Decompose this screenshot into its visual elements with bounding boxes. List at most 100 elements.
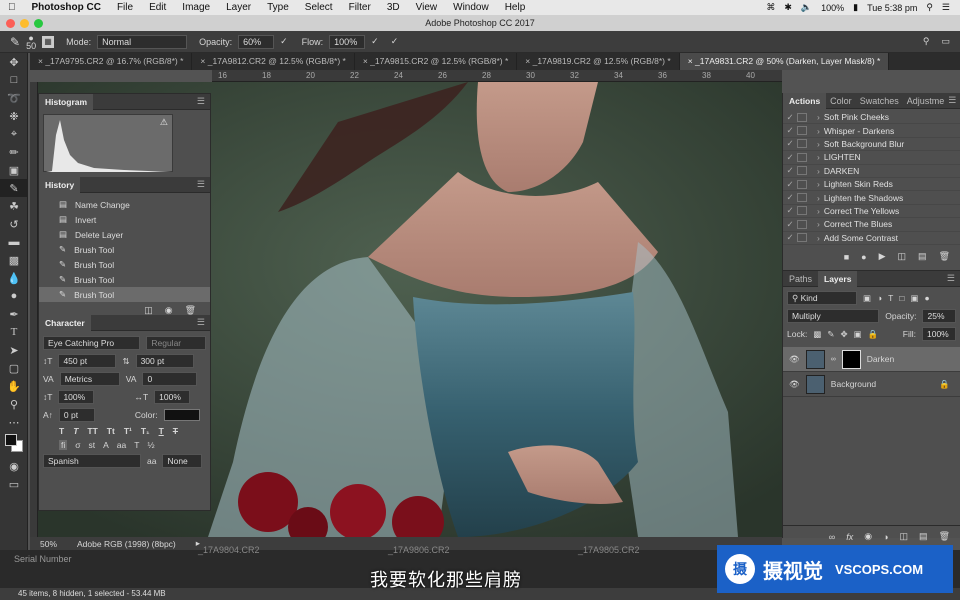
expand-arrow-icon[interactable]: › xyxy=(817,139,820,149)
dialog-toggle[interactable] xyxy=(797,193,807,203)
search-icon[interactable]: ⚲ xyxy=(926,2,933,13)
action-item[interactable]: ✓ › Correct The Blues xyxy=(783,218,960,232)
menu-image[interactable]: Image xyxy=(174,2,218,13)
histogram-tab[interactable]: Histogram xyxy=(39,93,94,110)
layer-thumbnail[interactable] xyxy=(805,349,825,369)
battery-icon[interactable]: ▮ xyxy=(853,2,858,13)
underline-button[interactable]: T xyxy=(159,426,164,436)
stamp-tool-icon[interactable]: ☘ xyxy=(0,197,28,215)
healing-tool-icon[interactable]: ▣ xyxy=(0,161,28,179)
menu-edit[interactable]: Edit xyxy=(141,2,174,13)
dialog-toggle[interactable] xyxy=(797,233,807,243)
apple-icon[interactable]:  xyxy=(0,2,24,13)
link-layers-icon[interactable]: ∞ xyxy=(829,532,835,542)
expand-arrow-icon[interactable]: › xyxy=(817,219,820,229)
workspace-icon[interactable]: ▭ xyxy=(941,36,950,47)
check-icon[interactable]: ✓ xyxy=(783,112,797,123)
tab-color[interactable]: Color xyxy=(826,96,856,106)
opacity-input[interactable]: 60% xyxy=(238,34,275,49)
history-item[interactable]: ✎ Brush Tool xyxy=(39,242,210,257)
filter-adjustment-icon[interactable]: ◑ xyxy=(877,293,882,303)
menu-help[interactable]: Help xyxy=(497,2,534,13)
check-icon[interactable]: ✓ xyxy=(783,125,797,136)
tab-doc-4[interactable]: × _17A9819.CR2 @ 12.5% (RGB/8*) * xyxy=(517,53,680,70)
dialog-toggle[interactable] xyxy=(797,139,807,149)
font-style-select[interactable]: Regular xyxy=(146,336,206,350)
tab-doc-5[interactable]: × _17A9831.CR2 @ 50% (Darken, Layer Mask… xyxy=(679,53,890,70)
tab-layers[interactable]: Layers xyxy=(818,270,858,287)
menu-list-icon[interactable]: ☰ xyxy=(942,2,950,13)
check-icon[interactable]: ✓ xyxy=(783,179,797,190)
new-set-icon[interactable]: ◫ xyxy=(898,251,907,262)
check-icon[interactable]: ✓ xyxy=(783,165,797,176)
tab-adjustments[interactable]: Adjustme xyxy=(903,96,949,106)
blend-mode-select[interactable]: Multiply xyxy=(787,309,880,323)
font-size-input[interactable]: 450 pt xyxy=(58,354,117,368)
minimize-window-icon[interactable] xyxy=(20,19,29,28)
close-tab-icon[interactable]: × xyxy=(200,56,207,66)
expand-arrow-icon[interactable]: › xyxy=(817,233,820,243)
trash-icon[interactable]: 🗑 xyxy=(939,531,950,542)
layer-row-background[interactable]: 👁 Background 🔒 xyxy=(783,372,960,397)
dialog-toggle[interactable] xyxy=(797,219,807,229)
close-window-icon[interactable] xyxy=(6,19,15,28)
old-style-button[interactable]: σ xyxy=(75,440,80,450)
tab-swatches[interactable]: Swatches xyxy=(856,96,903,106)
expand-arrow-icon[interactable]: › xyxy=(817,126,820,136)
file-name[interactable]: _17A9804.CR2 xyxy=(198,545,260,555)
history-item[interactable]: ▤ Delete Layer xyxy=(39,227,210,242)
panel-menu-icon[interactable]: ☰ xyxy=(948,95,960,106)
tab-paths[interactable]: Paths xyxy=(783,274,818,284)
layer-name[interactable]: Background xyxy=(831,379,876,389)
tab-actions[interactable]: Actions xyxy=(783,92,827,109)
ligature-button[interactable]: fi xyxy=(59,440,68,450)
dialog-toggle[interactable] xyxy=(797,152,807,162)
menu-select[interactable]: Select xyxy=(297,2,341,13)
menu-file[interactable]: File xyxy=(109,2,141,13)
panel-menu-icon[interactable]: ☰ xyxy=(197,317,210,328)
visibility-eye-icon[interactable]: 👁 xyxy=(789,379,800,390)
expand-arrow-icon[interactable]: › xyxy=(817,112,820,122)
leading-input[interactable]: 300 pt xyxy=(135,354,194,368)
faux-bold-button[interactable]: T xyxy=(59,426,64,436)
menu-type[interactable]: Type xyxy=(259,2,297,13)
character-tab[interactable]: Character xyxy=(39,314,91,331)
record-icon[interactable]: ● xyxy=(861,252,866,262)
strikethrough-button[interactable]: T xyxy=(173,426,178,436)
trash-icon[interactable]: 🗑 xyxy=(185,305,196,316)
action-item[interactable]: ✓ › Soft Background Blur xyxy=(783,138,960,152)
panel-menu-icon[interactable]: ☰ xyxy=(947,273,960,284)
history-item[interactable]: ▤ Name Change xyxy=(39,197,210,212)
new-document-from-state-icon[interactable]: ◫ xyxy=(144,305,153,316)
kerning-select[interactable]: Metrics xyxy=(59,372,120,386)
menu-window[interactable]: Window xyxy=(445,2,497,13)
layer-mask-thumbnail[interactable] xyxy=(841,349,861,369)
fractions-button[interactable]: ½ xyxy=(147,440,154,450)
brush-tool-icon[interactable]: ✎ xyxy=(10,35,20,49)
lasso-tool-icon[interactable]: ➰ xyxy=(0,89,28,107)
superscript-button[interactable]: T¹ xyxy=(124,426,132,436)
expand-arrow-icon[interactable]: › xyxy=(817,193,820,203)
panel-menu-icon[interactable]: ☰ xyxy=(197,96,210,107)
panel-menu-icon[interactable]: ☰ xyxy=(197,179,210,190)
fx-icon[interactable]: fx xyxy=(846,532,853,542)
battery-percent[interactable]: 100% xyxy=(821,3,844,13)
close-tab-icon[interactable]: × xyxy=(688,56,695,66)
zoom-level[interactable]: 50% xyxy=(40,539,57,549)
expand-arrow-icon[interactable]: › xyxy=(817,166,820,176)
action-item[interactable]: ✓ › Lighten the Shadows xyxy=(783,191,960,205)
check-icon[interactable]: ✓ xyxy=(783,192,797,203)
check-icon[interactable]: ✓ xyxy=(783,232,797,243)
search-icon[interactable]: ⚲ xyxy=(923,36,930,47)
history-item[interactable]: ▤ Invert xyxy=(39,212,210,227)
brush-preset-picker[interactable]: ● 50 xyxy=(26,33,36,50)
screen-mode-icon[interactable]: ▭ xyxy=(0,475,28,493)
small-caps-button[interactable]: Tt xyxy=(107,426,115,436)
dialog-toggle[interactable] xyxy=(797,179,807,189)
text-color-swatch[interactable] xyxy=(163,409,200,421)
color-swatches[interactable] xyxy=(0,431,28,457)
font-family-select[interactable]: Eye Catching Pro xyxy=(43,336,141,350)
menu-app-name[interactable]: Photoshop CC xyxy=(24,2,109,13)
lock-transparent-icon[interactable]: ▩ xyxy=(813,329,821,340)
move-tool-icon[interactable]: ✥ xyxy=(0,53,28,71)
